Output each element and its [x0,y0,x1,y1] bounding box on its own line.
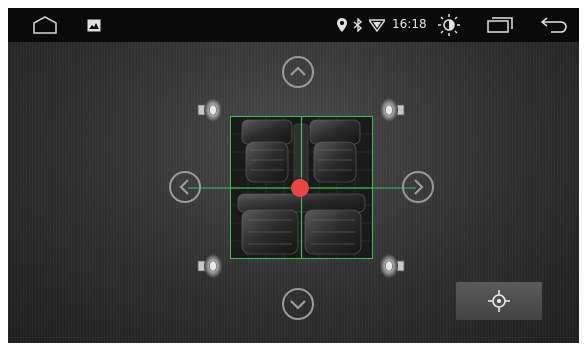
center-reset-button[interactable] [456,282,542,320]
screenshot-frame: 16:18 [0,0,585,347]
balance-fader-handle[interactable] [291,179,309,197]
crosshair-icon [488,290,510,312]
car-audio-balance-screen: 16:18 [8,8,579,343]
